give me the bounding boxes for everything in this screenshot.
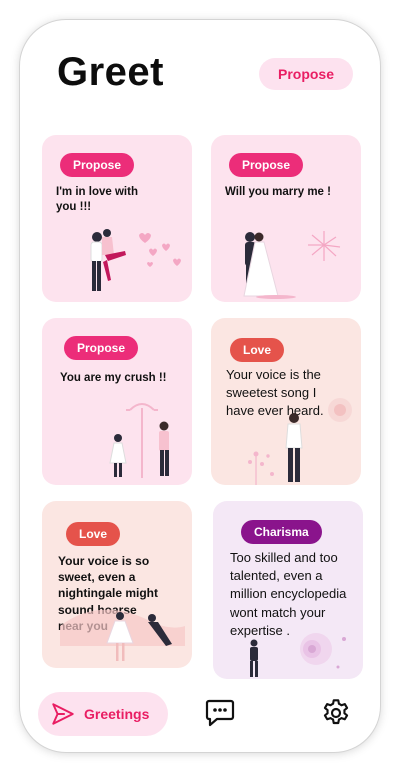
gear-icon xyxy=(323,699,349,725)
card-message: You are my crush !! xyxy=(60,372,167,384)
card-tag: Propose xyxy=(64,336,139,360)
app-title: Greet xyxy=(57,50,164,94)
card-tag: Propose xyxy=(60,153,135,177)
greeting-card-3[interactable]: Propose You are my crush !! xyxy=(42,318,192,485)
card-tag: Love xyxy=(230,338,285,362)
chat-icon xyxy=(205,699,235,727)
send-icon xyxy=(52,703,74,725)
card-tag: Charisma xyxy=(241,520,322,544)
singing-man-illustration xyxy=(248,398,352,485)
phone-frame: Greet Propose Propose I'm in love with y… xyxy=(20,20,380,752)
crush-scene-illustration xyxy=(109,403,169,478)
dancing-couple-illustration xyxy=(60,609,185,661)
bottom-navigation: Greetings xyxy=(20,685,380,745)
nav-settings-button[interactable] xyxy=(318,695,354,731)
couple-hug-illustration xyxy=(90,229,181,291)
category-filter-button[interactable]: Propose xyxy=(259,58,353,90)
card-message: Too skilled and too talented, even a mil… xyxy=(230,550,347,638)
greeting-card-4[interactable]: Love Your voice is the sweetest song I h… xyxy=(211,318,361,485)
greeting-card-1[interactable]: Propose I'm in love with you !!! xyxy=(42,135,192,302)
greeting-card-2[interactable]: Propose Will you marry me ! xyxy=(211,135,361,302)
nav-greetings-label: Greetings xyxy=(84,706,150,722)
wedding-couple-illustration xyxy=(243,231,341,299)
card-tag: Propose xyxy=(229,153,304,177)
nav-chat-button[interactable] xyxy=(202,695,238,731)
card-tag: Love xyxy=(66,522,121,546)
nav-greetings-button[interactable]: Greetings xyxy=(38,692,168,736)
talented-man-illustration xyxy=(250,633,346,677)
card-message: Will you marry me ! xyxy=(225,186,331,198)
card-message: I'm in love with you !!! xyxy=(56,186,138,213)
greeting-card-6[interactable]: Charisma Too skilled and too talented, e… xyxy=(213,501,363,679)
greeting-card-5[interactable]: Love Your voice is so sweet, even a nigh… xyxy=(42,501,192,668)
